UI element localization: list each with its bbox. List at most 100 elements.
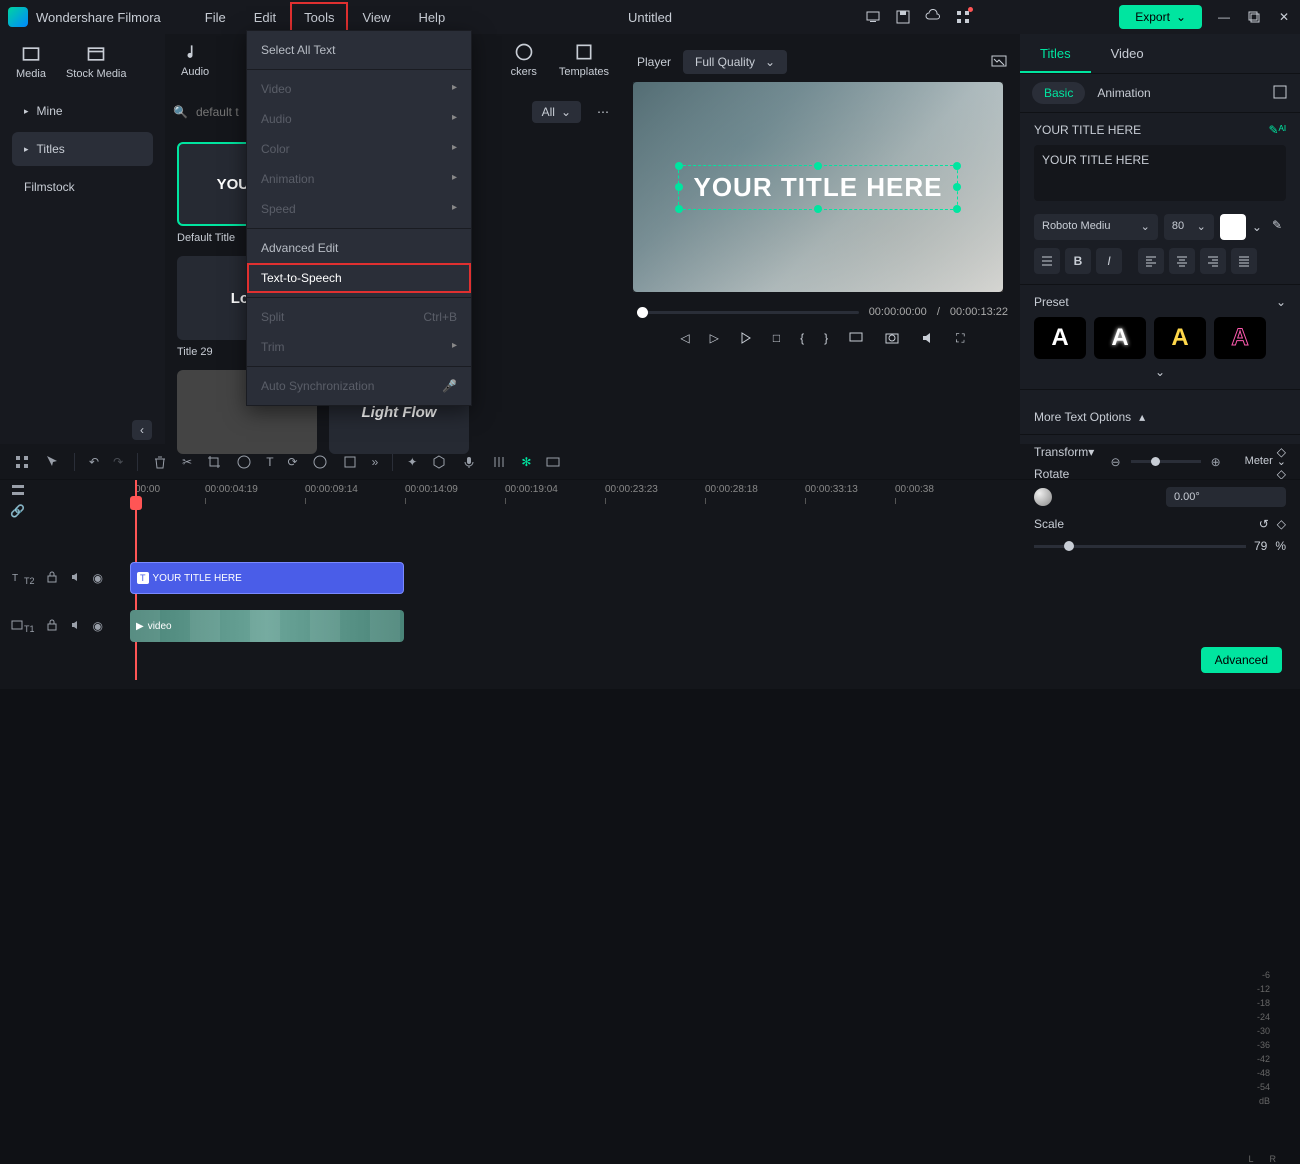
tab-audio[interactable]: Audio (173, 36, 217, 84)
prev-frame-icon[interactable]: ◁ (680, 331, 689, 345)
timeline-ruler[interactable]: 00:00 00:00:04:19 00:00:09:14 00:00:14:0… (0, 480, 1300, 514)
tab-stickers[interactable]: ckers (503, 36, 545, 84)
more-text-options[interactable]: More Text Options▴ (1034, 410, 1286, 424)
device-icon[interactable] (865, 9, 881, 25)
font-select[interactable]: Roboto Mediu⌄ (1034, 214, 1158, 240)
play-icon[interactable]: ▷ (710, 331, 719, 345)
preset-1[interactable]: A (1034, 317, 1086, 359)
mute-icon[interactable] (69, 570, 83, 587)
align-right-icon[interactable] (1200, 248, 1226, 274)
volume-icon[interactable] (920, 330, 936, 346)
menu-view[interactable]: View (348, 2, 404, 33)
camera-icon[interactable] (884, 330, 900, 346)
subtab-basic[interactable]: Basic (1032, 82, 1085, 104)
lock-icon[interactable] (45, 618, 59, 635)
zoom-in-icon[interactable]: ⊕ (1211, 455, 1221, 469)
spacing-icon[interactable] (1034, 248, 1060, 274)
display-icon[interactable] (848, 330, 864, 346)
search-icon: 🔍 (173, 105, 188, 119)
snapshot-icon[interactable] (990, 52, 1008, 73)
tab-media[interactable]: Media (8, 38, 54, 86)
cursor-icon[interactable] (44, 454, 60, 470)
dd-speed[interactable]: Speed▸ (247, 194, 471, 224)
ai-icon[interactable]: ✎ᴬᴵ (1269, 123, 1287, 137)
chevron-down-icon[interactable]: ⌄ (1252, 220, 1262, 234)
dd-color[interactable]: Color▸ (247, 134, 471, 164)
sidebar-item-mine[interactable]: ▸Mine (12, 94, 153, 128)
dd-audio[interactable]: Audio▸ (247, 104, 471, 134)
dd-advanced-edit[interactable]: Advanced Edit (247, 233, 471, 263)
fullscreen-icon[interactable]: ⛶ (956, 331, 964, 346)
subtab-animation[interactable]: Animation (1097, 86, 1150, 100)
visibility-icon[interactable]: ◉ (93, 619, 103, 633)
sidebar-item-filmstock[interactable]: Filmstock (12, 170, 153, 204)
align-left-icon[interactable] (1138, 248, 1164, 274)
title-overlay[interactable]: YOUR TITLE HERE (678, 165, 957, 210)
play-preview-icon[interactable] (739, 331, 753, 345)
clip-title[interactable]: T YOUR TITLE HERE (130, 562, 404, 594)
mute-icon[interactable] (69, 618, 83, 635)
color-swatch[interactable] (1220, 214, 1246, 240)
preset-4[interactable]: A (1214, 317, 1266, 359)
preset-3[interactable]: A (1154, 317, 1206, 359)
save-icon[interactable] (895, 9, 911, 25)
zoom-out-icon[interactable]: ⊖ (1111, 455, 1121, 469)
lock-icon[interactable] (45, 570, 59, 587)
mark-in-icon[interactable]: { (800, 331, 804, 345)
chevron-down-icon[interactable]: ⌄ (1034, 365, 1286, 379)
menu-file[interactable]: File (191, 2, 240, 33)
inspector-tab-titles[interactable]: Titles (1020, 34, 1091, 73)
align-center-icon[interactable] (1169, 248, 1195, 274)
italic-button[interactable]: I (1096, 248, 1122, 274)
dd-split[interactable]: SplitCtrl+B (247, 302, 471, 332)
track-manager-icon[interactable] (10, 482, 26, 498)
close-icon[interactable]: ✕ (1276, 9, 1292, 25)
tab-templates[interactable]: Templates (551, 36, 617, 84)
menu-tools[interactable]: Tools (290, 2, 348, 33)
mark-out-icon[interactable]: } (824, 331, 828, 345)
apps-grid-icon[interactable] (14, 454, 30, 470)
bold-button[interactable]: B (1065, 248, 1091, 274)
app-name: Wondershare Filmora (36, 10, 161, 25)
dd-autosync[interactable]: Auto Synchronization🎤 (247, 371, 471, 401)
font-size-select[interactable]: 80⌄ (1164, 214, 1214, 240)
meter-toggle[interactable]: Meter⌄ (1245, 455, 1286, 468)
link-icon[interactable]: 🔗 (10, 504, 26, 518)
preview-canvas[interactable]: YOUR TITLE HERE (633, 82, 1003, 292)
apps-icon[interactable] (955, 9, 971, 25)
stop-icon[interactable]: □ (773, 331, 780, 345)
more-icon[interactable]: ⋯ (589, 101, 617, 123)
sidebar-item-titles[interactable]: ▸Titles (12, 132, 153, 166)
inspector-tab-video[interactable]: Video (1091, 34, 1164, 73)
title-text-input[interactable]: YOUR TITLE HERE (1034, 145, 1286, 201)
preset-2[interactable]: A (1094, 317, 1146, 359)
video-clip-icon: ▶ (136, 621, 144, 632)
menu-help[interactable]: Help (404, 2, 459, 33)
collapse-sidebar-icon[interactable]: ‹ (132, 420, 152, 440)
eyedropper-icon[interactable]: ✎ (1268, 214, 1286, 240)
dd-video[interactable]: Video▸ (247, 74, 471, 104)
save-preset-icon[interactable] (1272, 84, 1288, 103)
dd-animation[interactable]: Animation▸ (247, 164, 471, 194)
scrubber[interactable] (637, 311, 859, 314)
minimize-icon[interactable]: — (1216, 9, 1232, 25)
align-justify-icon[interactable] (1231, 248, 1257, 274)
undo-icon[interactable]: ↶ (89, 455, 99, 469)
dd-text-to-speech[interactable]: Text-to-Speech (247, 263, 471, 293)
zoom-slider[interactable] (1131, 460, 1201, 463)
export-button[interactable]: Export⌄ (1119, 5, 1202, 29)
maximize-icon[interactable] (1246, 9, 1262, 25)
clip-video[interactable]: ▶ video (130, 610, 404, 642)
audio-meter: -6 -12 -18 -24 -30 -36 -42 -48 -54 dB LR (1230, 970, 1290, 1150)
redo-icon[interactable]: ↷ (113, 455, 123, 469)
chevron-down-icon[interactable]: ⌄ (1276, 295, 1286, 309)
title-heading: YOUR TITLE HERE (1034, 123, 1141, 137)
dd-trim[interactable]: Trim▸ (247, 332, 471, 362)
visibility-icon[interactable]: ◉ (93, 571, 103, 585)
menu-edit[interactable]: Edit (240, 2, 290, 33)
cloud-icon[interactable] (925, 9, 941, 25)
filter-all[interactable]: All⌄ (532, 101, 581, 123)
tab-stock-media[interactable]: Stock Media (58, 38, 135, 86)
dd-select-all[interactable]: Select All Text (247, 35, 471, 65)
quality-select[interactable]: Full Quality⌄ (683, 50, 787, 74)
